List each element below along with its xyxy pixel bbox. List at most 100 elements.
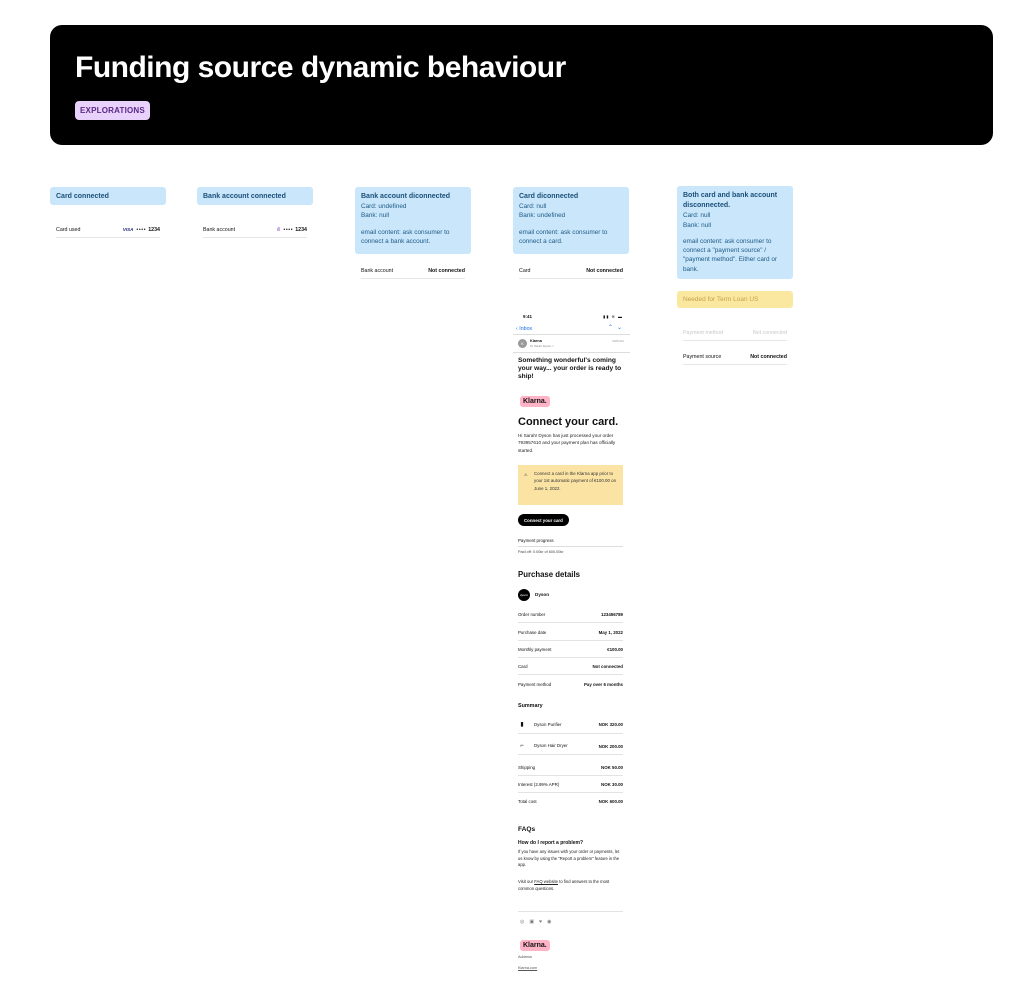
- card-last4: 1234: [148, 227, 160, 233]
- detail-value: May 1, 2022: [598, 630, 623, 635]
- detail-label: Payment method: [518, 682, 552, 687]
- total-value: NOK 30.00: [601, 782, 623, 787]
- row-value: Not connected: [428, 268, 465, 274]
- detail-label: Card: [518, 664, 528, 669]
- klarna-logo-text: Klarna.: [520, 940, 550, 951]
- note-line: Card: undefined: [361, 203, 407, 211]
- note-title: Bank account connected: [203, 193, 286, 200]
- facebook-icon[interactable]: ◉: [547, 919, 556, 925]
- row-value: ıll •••• 1234: [277, 227, 307, 233]
- note-title: Card connected: [56, 193, 109, 200]
- term-loan-note: Needed for Term Loan US: [677, 291, 793, 308]
- detail-value: Not connected: [592, 664, 624, 669]
- sender-avatar: K: [518, 339, 527, 348]
- footer-site-link[interactable]: Klarna.com: [518, 966, 537, 970]
- product-row: ⌐ Dyson Hair Dryer NOK 200.00: [518, 743, 623, 755]
- note-line: Bank: undefined: [519, 212, 566, 220]
- row-value: Not connected: [752, 330, 787, 336]
- twitter-icon[interactable]: ♥: [539, 919, 547, 925]
- inbox-back-link[interactable]: ‹ Inbox: [516, 326, 532, 332]
- detail-value: Pay over 6 months: [583, 682, 623, 687]
- both-disconnected-note: Both card and bank account disconnected.…: [677, 186, 793, 279]
- sender-name: Klarna: [530, 339, 542, 343]
- faq-question: How do I report a problem?: [518, 840, 584, 846]
- row-label: Payment method: [683, 330, 724, 336]
- row-label: Card: [519, 268, 531, 274]
- chevron-down-icon[interactable]: ⌄: [617, 325, 626, 331]
- faq-visit-pre: Visit our: [518, 879, 534, 884]
- card-disconnected-note: Card diconnected Card: null Bank: undefi…: [513, 187, 629, 254]
- dyson-logo-icon: dyson: [518, 589, 530, 601]
- instagram-icon[interactable]: ◎: [520, 919, 529, 925]
- linkedin-icon[interactable]: ▣: [529, 919, 539, 925]
- detail-row: Purchase date May 1, 2022: [518, 630, 623, 641]
- total-label: Total cost: [518, 799, 537, 804]
- email-content-note: email content: ask consumer to connect a…: [683, 237, 778, 273]
- warning-box: ⚠ Connect a card in the Klarna app prior…: [518, 465, 623, 505]
- bank-last4: 1234: [295, 227, 307, 233]
- header-banner: Funding source dynamic behaviour EXPLORA…: [50, 25, 993, 145]
- faq-title: FAQs: [518, 826, 536, 833]
- progress-bar: [518, 546, 623, 547]
- product-label: Dyson Purifier: [534, 722, 562, 727]
- divider: [513, 352, 630, 353]
- card-connected-note: Card connected: [50, 187, 166, 205]
- divider: [518, 911, 623, 912]
- card-row: Card Not connected: [519, 268, 623, 279]
- detail-value: €100.00: [607, 647, 623, 652]
- bank-connected-note: Bank account connected: [197, 187, 313, 205]
- total-label: Shipping: [518, 765, 536, 770]
- row-value: VISA •••• 1234: [123, 227, 160, 233]
- email-title: Connect your card.: [518, 416, 619, 428]
- detail-label: Order number: [518, 612, 546, 617]
- note-line: Card: null: [519, 203, 547, 211]
- merchant-name: Dyson: [535, 592, 550, 597]
- divider: [513, 334, 630, 335]
- explorations-tag: EXPLORATIONS: [75, 101, 150, 120]
- detail-label: Monthly payment: [518, 647, 552, 652]
- row-value: Not connected: [586, 268, 623, 274]
- total-row: Total cost NOK 600.00: [518, 799, 623, 809]
- visa-icon: VISA: [122, 227, 134, 232]
- faq-visit: Visit our FAQ website to find answers to…: [518, 879, 624, 892]
- note-line: Bank: null: [683, 221, 712, 229]
- warning-text: Connect a card in the Klarna app prior t…: [534, 471, 617, 491]
- total-value: NOK 50.00: [601, 765, 623, 770]
- detail-row: Card Not connected: [518, 664, 623, 675]
- hair-dryer-icon: ⌐: [520, 743, 524, 749]
- status-icons: ▮▮ ≋ ▬: [603, 314, 623, 319]
- warning-icon: ⚠: [524, 472, 528, 477]
- email-mockup: 9:41 ▮▮ ≋ ▬ ‹ Inbox ⌃⌄ K Klarna To Sarah…: [513, 310, 630, 980]
- social-links: ◎▣♥◉: [520, 919, 556, 925]
- note-line: Bank: null: [361, 212, 390, 220]
- row-label: Bank account: [203, 227, 236, 233]
- row-label: Bank account: [361, 268, 394, 274]
- email-date: 06/01/22: [612, 339, 624, 343]
- note-line: Card: null: [683, 212, 711, 220]
- connect-card-button[interactable]: Connect your card: [518, 514, 569, 526]
- email-content-note: email content: ask consumer to connect a…: [361, 228, 450, 245]
- email-subject: Something wonderful's coming your way...…: [518, 357, 622, 381]
- bank-account-row: Bank account Not connected: [361, 268, 465, 279]
- footer-klarna-logo: Klarna.: [520, 934, 550, 952]
- detail-row: Payment method Pay over 6 months: [518, 682, 623, 692]
- email-intro: Hi Sarah! Dyson has just processed your …: [518, 433, 616, 453]
- recipient-line[interactable]: To Sarah Dyson >: [530, 344, 554, 348]
- masked-dots: ••••: [136, 227, 147, 233]
- footer-address: Address: [518, 955, 532, 959]
- faq-website-link[interactable]: FAQ website: [534, 879, 558, 884]
- klarna-logo: Klarna.: [520, 390, 550, 408]
- total-value: NOK 600.00: [598, 799, 623, 804]
- detail-row: Order number 123456789: [518, 612, 623, 623]
- chevron-up-icon[interactable]: ⌃: [608, 325, 617, 331]
- detail-value: 123456789: [601, 612, 623, 617]
- detail-row: Monthly payment €100.00: [518, 647, 623, 658]
- row-value: Not connected: [750, 354, 787, 360]
- message-nav[interactable]: ⌃⌄: [608, 324, 626, 331]
- progress-label: Payment progress: [518, 538, 554, 543]
- bank-disconnected-note: Bank account diconnected Card: undefined…: [355, 187, 471, 254]
- detail-label: Purchase date: [518, 630, 547, 635]
- klarna-logo-text: Klarna.: [520, 396, 550, 407]
- card-used-row: Card used VISA •••• 1234: [56, 227, 160, 238]
- payment-source-row: Payment source Not connected: [683, 354, 787, 365]
